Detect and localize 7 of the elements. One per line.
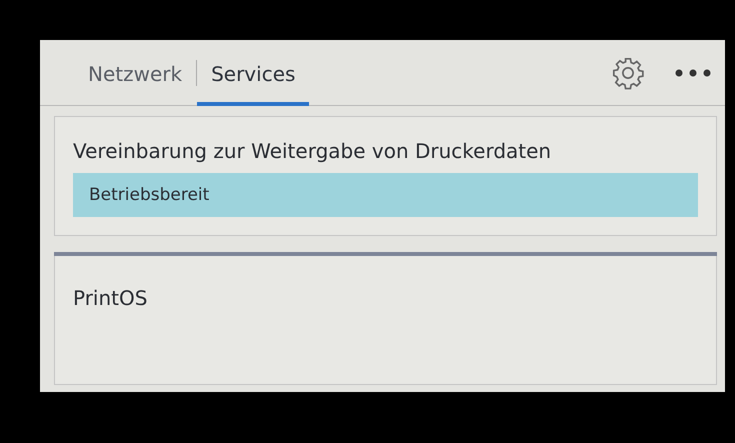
section-title: Vereinbarung zur Weitergabe von Druckerdaten [73, 139, 552, 163]
tab[interactable]: Netzwerk [80, 48, 196, 106]
more-icon[interactable] [675, 68, 711, 76]
section-title: PrintOS [73, 286, 148, 310]
tab[interactable]: Services [197, 48, 310, 106]
list-item[interactable]: Betriebsbereit [73, 173, 698, 217]
settings-icon[interactable] [611, 56, 645, 90]
